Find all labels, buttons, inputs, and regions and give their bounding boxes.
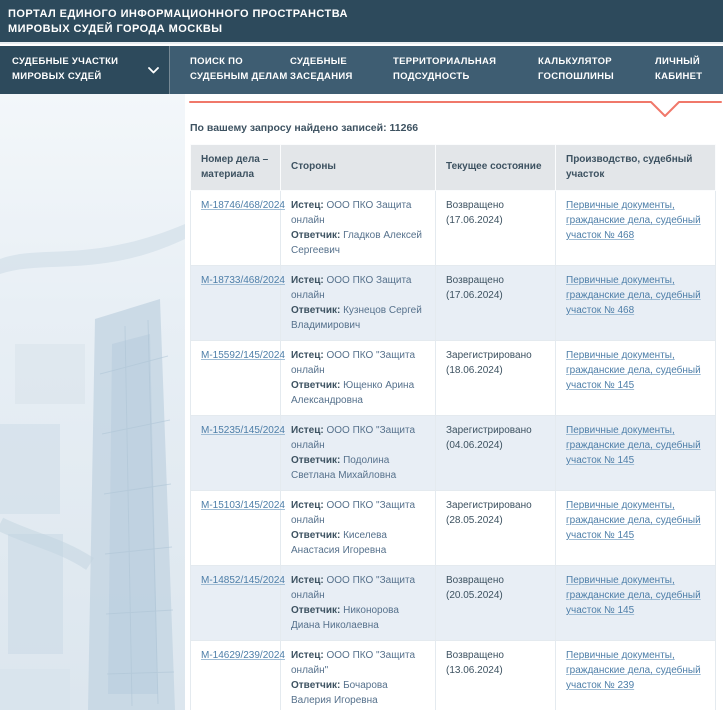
column-production: Производство, судебный участок [556, 145, 716, 191]
results-count-value: 11266 [390, 122, 419, 134]
production-link[interactable]: Первичные документы, гражданские дела, с… [566, 425, 701, 466]
case-status: Зарегистрировано (28.05.2024) [436, 491, 556, 566]
plaintiff-label: Истец: [291, 500, 324, 511]
table-row: М-18733/468/2024 Истец: ООО ПКО Защита о… [191, 266, 716, 341]
production-link[interactable]: Первичные документы, гражданские дела, с… [566, 200, 701, 241]
case-number-link[interactable]: М-18746/468/2024 [201, 200, 285, 211]
table-row: М-15592/145/2024 Истец: ООО ПКО "Защита … [191, 341, 716, 416]
case-number-link[interactable]: М-14852/145/2024 [201, 575, 285, 586]
case-number-link[interactable]: М-15103/145/2024 [201, 500, 285, 511]
case-status: Возвращено (13.06.2024) [436, 641, 556, 710]
table-row: М-18746/468/2024 Истец: ООО ПКО Защита о… [191, 191, 716, 266]
production-link[interactable]: Первичные документы, гражданские дела, с… [566, 350, 701, 391]
defendant-label: Ответчик: [291, 605, 340, 616]
nav-item-fee-calculator[interactable]: КАЛЬКУЛЯТОР ГОСПОШЛИНЫ [538, 46, 614, 94]
plaintiff-label: Истец: [291, 575, 324, 586]
search-results-panel: По вашему запросу найдено записей: 11266… [185, 94, 723, 710]
results-count-label: По вашему запросу найдено записей: [190, 122, 387, 134]
plaintiff-label: Истец: [291, 200, 324, 211]
column-case-number: Номер дела – материала [191, 145, 281, 191]
production-link[interactable]: Первичные документы, гражданские дела, с… [566, 650, 701, 691]
site-header: ПОРТАЛ ЕДИНОГО ИНФОРМАЦИОННОГО ПРОСТРАНС… [0, 0, 723, 44]
plaintiff-label: Истец: [291, 650, 324, 661]
defendant-label: Ответчик: [291, 230, 340, 241]
defendant-label: Ответчик: [291, 305, 340, 316]
production-link[interactable]: Первичные документы, гражданские дела, с… [566, 575, 701, 616]
main-nav: СУДЕБНЫЕ УЧАСТКИ МИРОВЫХ СУДЕЙ ПОИСК ПО … [0, 46, 723, 94]
case-status: Зарегистрировано (18.06.2024) [436, 341, 556, 416]
production-link[interactable]: Первичные документы, гражданские дела, с… [566, 500, 701, 541]
column-current-status: Текущее состояние [436, 145, 556, 191]
plaintiff-label: Истец: [291, 425, 324, 436]
cases-table: Номер дела – материала Стороны Текущее с… [190, 144, 716, 710]
results-count-line: По вашему запросу найдено записей: 11266 [190, 122, 723, 134]
plaintiff-label: Истец: [291, 275, 324, 286]
case-status: Возвращено (20.05.2024) [436, 566, 556, 641]
defendant-label: Ответчик: [291, 455, 340, 466]
nav-item-label: СУДЕБНЫЕ УЧАСТКИ МИРОВЫХ СУДЕЙ [12, 55, 118, 84]
production-link[interactable]: Первичные документы, гражданские дела, с… [566, 275, 701, 316]
defendant-label: Ответчик: [291, 680, 340, 691]
case-number-link[interactable]: М-15235/145/2024 [201, 425, 285, 436]
active-tab-pointer-line [185, 100, 723, 122]
case-status: Возвращено (17.06.2024) [436, 191, 556, 266]
nav-item-territorial-jurisdiction[interactable]: ТЕРРИТОРИАЛЬНАЯ ПОДСУДНОСТЬ [393, 46, 496, 94]
table-row: М-14629/239/2024 Истец: ООО ПКО "Защита … [191, 641, 716, 710]
table-row: М-15103/145/2024 Истец: ООО ПКО "Защита … [191, 491, 716, 566]
case-status: Зарегистрировано (04.06.2024) [436, 416, 556, 491]
nav-item-court-sessions[interactable]: СУДЕБНЫЕ ЗАСЕДАНИЯ [290, 46, 353, 94]
background-aerial-photo [0, 94, 185, 710]
case-number-link[interactable]: М-14629/239/2024 [201, 650, 285, 661]
nav-item-personal-account[interactable]: ЛИЧНЫЙ КАБИНЕТ [655, 46, 702, 94]
nav-item-case-search[interactable]: ПОИСК ПО СУДЕБНЫМ ДЕЛАМ [190, 46, 288, 94]
table-row: М-15235/145/2024 Истец: ООО ПКО "Защита … [191, 416, 716, 491]
nav-item-label: ЛИЧНЫЙ КАБИНЕТ [655, 55, 702, 84]
page: ПОРТАЛ ЕДИНОГО ИНФОРМАЦИОННОГО ПРОСТРАНС… [0, 0, 723, 710]
nav-item-label: КАЛЬКУЛЯТОР ГОСПОШЛИНЫ [538, 55, 614, 84]
case-number-link[interactable]: М-15592/145/2024 [201, 350, 285, 361]
defendant-label: Ответчик: [291, 530, 340, 541]
defendant-label: Ответчик: [291, 380, 340, 391]
plaintiff-label: Истец: [291, 350, 324, 361]
table-row: М-14852/145/2024 Истец: ООО ПКО "Защита … [191, 566, 716, 641]
site-title-line2: МИРОВЫХ СУДЕЙ ГОРОДА МОСКВЫ [8, 22, 723, 37]
case-status: Возвращено (17.06.2024) [436, 266, 556, 341]
table-header-row: Номер дела – материала Стороны Текущее с… [191, 145, 716, 191]
column-parties: Стороны [281, 145, 436, 191]
nav-item-court-districts[interactable]: СУДЕБНЫЕ УЧАСТКИ МИРОВЫХ СУДЕЙ [0, 46, 170, 94]
site-title-line1: ПОРТАЛ ЕДИНОГО ИНФОРМАЦИОННОГО ПРОСТРАНС… [8, 7, 723, 22]
nav-item-label: СУДЕБНЫЕ ЗАСЕДАНИЯ [290, 55, 353, 84]
nav-item-label: ТЕРРИТОРИАЛЬНАЯ ПОДСУДНОСТЬ [393, 55, 496, 84]
site-title: ПОРТАЛ ЕДИНОГО ИНФОРМАЦИОННОГО ПРОСТРАНС… [0, 0, 723, 38]
nav-item-label: ПОИСК ПО СУДЕБНЫМ ДЕЛАМ [190, 55, 288, 84]
chevron-down-icon [148, 67, 159, 74]
case-number-link[interactable]: М-18733/468/2024 [201, 275, 285, 286]
